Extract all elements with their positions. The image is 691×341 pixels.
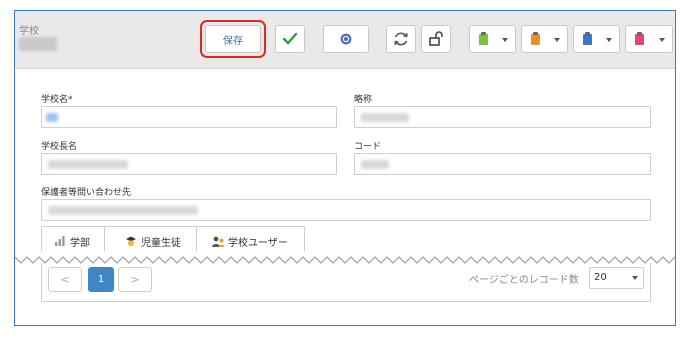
clipboard-pink-icon (635, 32, 644, 45)
abbreviation-label: 略称 (354, 95, 373, 105)
tab-label: 児童生徒 (141, 237, 181, 249)
redacted-value (48, 160, 128, 169)
chevron-down-icon (554, 38, 560, 42)
code-input[interactable] (354, 153, 651, 175)
page-size-value: 20 (594, 272, 607, 283)
school-form: 学校名* 略称 学校長名 コード 保護者等問い合わせ先 (15, 70, 675, 248)
chevron-down-icon (659, 38, 665, 42)
clipboard-blue-dropdown[interactable] (573, 25, 620, 53)
tab-label: 学校ユーザー (228, 237, 288, 249)
clipboard-orange-icon (531, 32, 540, 45)
redacted-value (48, 206, 198, 215)
student-icon (126, 236, 136, 246)
chevron-down-icon (606, 38, 612, 42)
help-icon (340, 33, 352, 45)
tab-label: 学部 (70, 237, 90, 249)
clipboard-orange-dropdown[interactable] (521, 25, 568, 53)
principal-name-label: 学校長名 (41, 142, 78, 152)
redacted-value (361, 113, 409, 122)
school-window: 学校 保存 学校名* 略称 学校長名 コード 保護者等問い合わせ先 学部 児童生… (14, 10, 676, 326)
page-size-label: ページごとのレコード数 (469, 275, 579, 286)
chevron-down-icon (632, 276, 638, 280)
school-name-input[interactable] (41, 106, 337, 128)
check-icon (282, 32, 298, 45)
page-subtitle-redacted (19, 37, 57, 51)
page-title: 学校 (19, 26, 39, 37)
guardian-contact-input[interactable] (41, 199, 651, 221)
users-icon (212, 236, 225, 247)
page-size-select[interactable]: 20 (589, 267, 644, 289)
chevron-down-icon (502, 38, 508, 42)
refresh-button[interactable] (386, 25, 416, 53)
page-button-current[interactable]: 1 (88, 267, 114, 292)
prev-page-button[interactable]: < (48, 267, 82, 292)
clipboard-green-dropdown[interactable] (469, 25, 516, 53)
redacted-value (46, 113, 58, 122)
unlock-button[interactable] (421, 25, 451, 53)
clipboard-pink-dropdown[interactable] (625, 25, 673, 53)
unlock-icon (429, 31, 443, 46)
code-label: コード (354, 142, 382, 152)
refresh-icon (394, 32, 408, 46)
help-button[interactable] (323, 25, 369, 53)
next-page-button[interactable]: > (118, 267, 152, 292)
guardian-contact-label: 保護者等問い合わせ先 (41, 188, 132, 198)
toolbar: 学校 保存 (15, 11, 675, 69)
bar-chart-icon (55, 236, 65, 246)
redacted-value (361, 160, 389, 169)
clipboard-blue-icon (583, 32, 592, 45)
school-name-label: 学校名* (41, 95, 73, 105)
abbreviation-input[interactable] (354, 106, 651, 128)
save-button[interactable]: 保存 (205, 25, 261, 53)
torn-edge-divider (15, 251, 675, 264)
clipboard-green-icon (479, 32, 488, 45)
confirm-button[interactable] (275, 25, 305, 53)
principal-name-input[interactable] (41, 153, 337, 175)
